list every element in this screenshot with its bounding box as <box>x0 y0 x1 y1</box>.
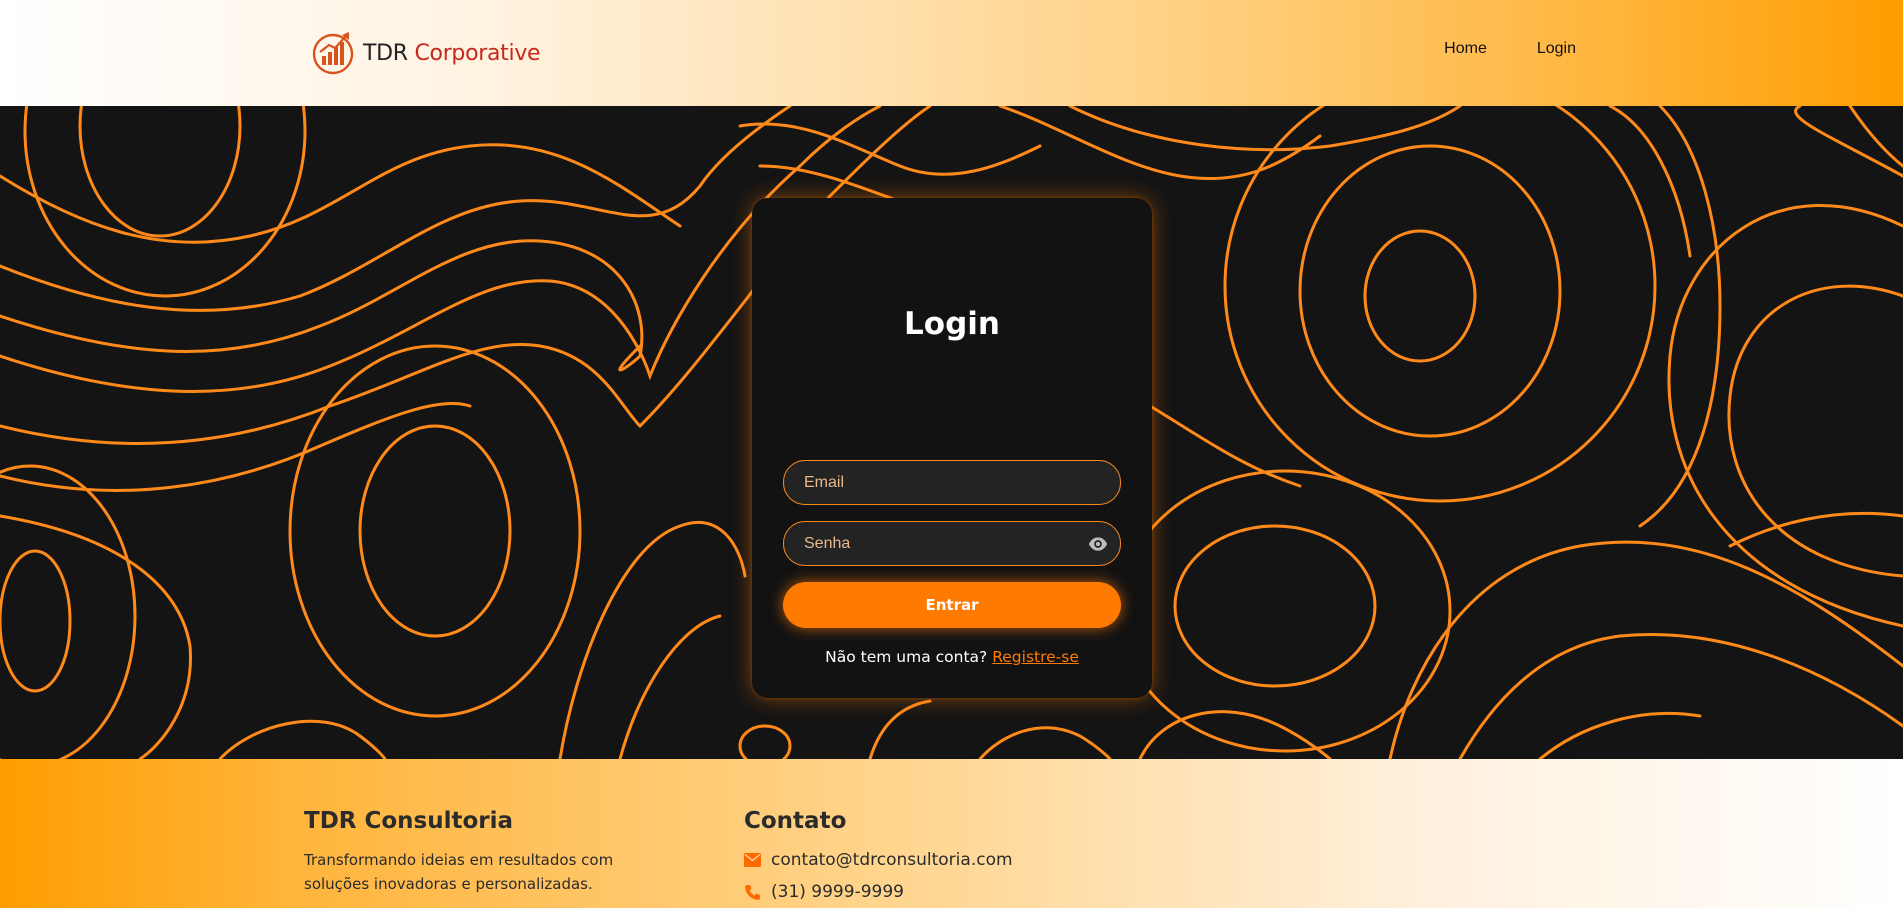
contact-phone-row: (31) 9999-9999 <box>744 882 1144 902</box>
site-footer: TDR Consultoria Transformando ideias em … <box>0 759 1903 908</box>
brand-home-link[interactable]: TDR Corporative <box>311 22 541 84</box>
site-header: TDR Corporative Home Login <box>0 0 1903 106</box>
eye-icon[interactable] <box>1088 535 1108 553</box>
hero-section: Login Entrar Não tem uma conta? Registre… <box>0 106 1903 759</box>
footer-company-column: TDR Consultoria Transformando ideias em … <box>304 808 674 896</box>
login-card: Login Entrar Não tem uma conta? Registre… <box>752 198 1152 698</box>
contact-phone: (31) 9999-9999 <box>771 882 904 902</box>
brand-name-accent: Corporative <box>414 40 541 66</box>
signup-link[interactable]: Registre-se <box>992 648 1079 666</box>
brand-name: TDR Corporative <box>363 40 541 66</box>
main-nav: Home Login <box>1444 40 1576 58</box>
contact-email-row: contato@tdrconsultoria.com <box>744 850 1144 870</box>
growth-chart-logo-icon <box>312 32 354 75</box>
nav-login-link[interactable]: Login <box>1537 40 1576 58</box>
footer-contact-column: Contato contato@tdrconsultoria.com (31) … <box>744 808 1144 902</box>
envelope-icon <box>744 853 761 867</box>
footer-contact-title: Contato <box>744 808 847 834</box>
signup-prompt-text: Não tem uma conta? <box>825 648 988 666</box>
nav-home-link[interactable]: Home <box>1444 40 1487 58</box>
brand-name-primary: TDR <box>363 40 408 66</box>
password-field[interactable] <box>784 522 1120 565</box>
login-title: Login <box>904 306 1000 342</box>
phone-icon <box>745 884 760 900</box>
login-submit-button[interactable]: Entrar <box>783 582 1121 628</box>
contact-email: contato@tdrconsultoria.com <box>771 850 1013 870</box>
footer-company-description: Transformando ideias em resultados com s… <box>304 851 614 893</box>
email-field-wrapper <box>783 460 1121 505</box>
password-field-wrapper <box>783 521 1121 566</box>
footer-company-title: TDR Consultoria <box>304 808 514 834</box>
email-field[interactable] <box>784 461 1120 504</box>
signup-prompt: Não tem uma conta? Registre-se <box>752 648 1152 666</box>
